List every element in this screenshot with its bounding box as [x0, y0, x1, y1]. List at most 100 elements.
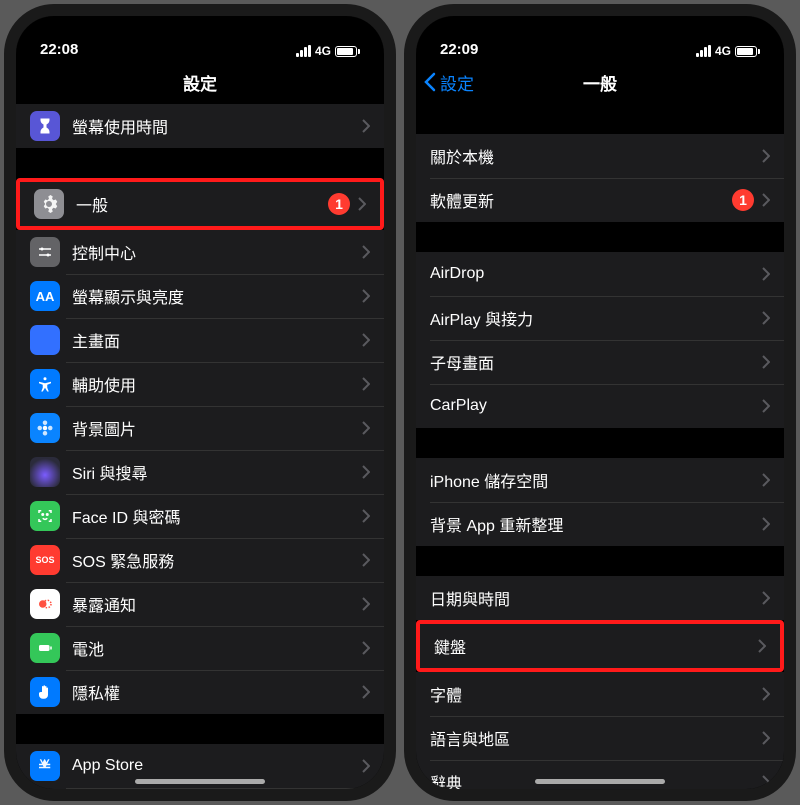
phone-left: 22:08 4G 設定 螢幕使用時間 [4, 4, 396, 801]
grid-icon [30, 325, 60, 355]
row-label: SOS 緊急服務 [72, 548, 362, 572]
row-fonts[interactable]: 字體 [416, 672, 784, 716]
nav-bar: 設定 [16, 60, 384, 104]
notch [115, 16, 285, 42]
home-indicator[interactable] [535, 779, 665, 784]
back-label: 設定 [440, 70, 474, 95]
chevron-icon [762, 149, 770, 163]
accessibility-icon [30, 369, 60, 399]
row-label: App Store [72, 757, 362, 775]
row-airplay[interactable]: AirPlay 與接力 [416, 296, 784, 340]
chevron-icon [762, 775, 770, 789]
row-accessibility[interactable]: 輔助使用 [16, 362, 384, 406]
screen-right: 22:09 4G 設定 一般 關於本機 軟體更新 1 [416, 16, 784, 789]
highlight-keyboard: 鍵盤 [416, 620, 784, 672]
row-home-screen[interactable]: 主畫面 [16, 318, 384, 362]
chevron-icon [762, 591, 770, 605]
chevron-icon [362, 245, 370, 259]
row-pip[interactable]: 子母畫面 [416, 340, 784, 384]
row-label: 一般 [76, 192, 328, 216]
row-label: 控制中心 [72, 240, 362, 264]
row-label: 字體 [430, 682, 762, 706]
page-title: 一般 [583, 70, 617, 95]
sos-icon: SOS [30, 545, 60, 575]
row-general[interactable]: 一般 1 [20, 182, 380, 226]
notch [515, 16, 685, 42]
chevron-icon [362, 333, 370, 347]
row-exposure[interactable]: 暴露通知 [16, 582, 384, 626]
chevron-icon [362, 553, 370, 567]
battery-icon [30, 633, 60, 663]
chevron-icon [762, 517, 770, 531]
status-right: 4G [696, 44, 760, 58]
chevron-icon [362, 509, 370, 523]
row-label: 關於本機 [430, 144, 762, 168]
row-label: CarPlay [430, 397, 762, 415]
row-label: Siri 與搜尋 [72, 460, 362, 484]
page-title: 設定 [183, 70, 217, 95]
highlight-general: 一般 1 [16, 178, 384, 230]
row-label: 暴露通知 [72, 592, 362, 616]
badge: 1 [732, 189, 754, 211]
signal-icon [296, 45, 311, 57]
row-control-center[interactable]: 控制中心 [16, 230, 384, 274]
general-list[interactable]: 關於本機 軟體更新 1 AirDrop AirPlay 與接力 子母畫面 [416, 104, 784, 789]
row-privacy[interactable]: 隱私權 [16, 670, 384, 714]
row-label: 螢幕顯示與亮度 [72, 284, 362, 308]
row-label: 語言與地區 [430, 726, 762, 750]
row-battery[interactable]: 電池 [16, 626, 384, 670]
app-store-icon [30, 751, 60, 781]
face-id-icon [30, 501, 60, 531]
row-label: 背景 App 重新整理 [430, 512, 762, 536]
row-label: 鍵盤 [434, 634, 758, 658]
settings-list[interactable]: 螢幕使用時間 一般 1 控制中心 [16, 104, 384, 789]
chevron-icon [762, 193, 770, 207]
gear-icon [34, 189, 64, 219]
nav-bar: 設定 一般 [416, 60, 784, 104]
row-label: 子母畫面 [430, 350, 762, 374]
chevron-icon [762, 267, 770, 281]
row-label: 電池 [72, 636, 362, 660]
chevron-icon [762, 687, 770, 701]
hand-icon [30, 677, 60, 707]
row-keyboard[interactable]: 鍵盤 [420, 624, 780, 668]
row-sos[interactable]: SOS SOS 緊急服務 [16, 538, 384, 582]
row-siri[interactable]: Siri 與搜尋 [16, 450, 384, 494]
text-size-icon: AA [30, 281, 60, 311]
siri-icon [30, 457, 60, 487]
row-face-id[interactable]: Face ID 與密碼 [16, 494, 384, 538]
row-background-refresh[interactable]: 背景 App 重新整理 [416, 502, 784, 546]
battery-icon [735, 46, 760, 57]
row-airdrop[interactable]: AirDrop [416, 252, 784, 296]
network-label: 4G [315, 44, 331, 58]
chevron-icon [362, 685, 370, 699]
back-button[interactable]: 設定 [424, 60, 474, 104]
row-language[interactable]: 語言與地區 [416, 716, 784, 760]
chevron-icon [758, 639, 766, 653]
chevron-icon [362, 377, 370, 391]
row-dictionary[interactable]: 辭典 [416, 760, 784, 789]
row-wallet[interactable]: 錢包與 Apple Pay [16, 788, 384, 789]
row-about[interactable]: 關於本機 [416, 134, 784, 178]
row-label: 螢幕使用時間 [72, 114, 362, 138]
flower-icon [30, 413, 60, 443]
row-carplay[interactable]: CarPlay [416, 384, 784, 428]
network-label: 4G [715, 44, 731, 58]
chevron-icon [762, 473, 770, 487]
row-wallpaper[interactable]: 背景圖片 [16, 406, 384, 450]
row-label: Face ID 與密碼 [72, 504, 362, 528]
chevron-icon [362, 421, 370, 435]
signal-icon [696, 45, 711, 57]
row-display[interactable]: AA 螢幕顯示與亮度 [16, 274, 384, 318]
chevron-icon [362, 119, 370, 133]
screen-left: 22:08 4G 設定 螢幕使用時間 [16, 16, 384, 789]
row-software-update[interactable]: 軟體更新 1 [416, 178, 784, 222]
row-storage[interactable]: iPhone 儲存空間 [416, 458, 784, 502]
home-indicator[interactable] [135, 779, 265, 784]
exposure-icon [30, 589, 60, 619]
row-screen-time[interactable]: 螢幕使用時間 [16, 104, 384, 148]
chevron-icon [362, 465, 370, 479]
status-time: 22:08 [40, 41, 78, 58]
row-date-time[interactable]: 日期與時間 [416, 576, 784, 620]
status-right: 4G [296, 44, 360, 58]
